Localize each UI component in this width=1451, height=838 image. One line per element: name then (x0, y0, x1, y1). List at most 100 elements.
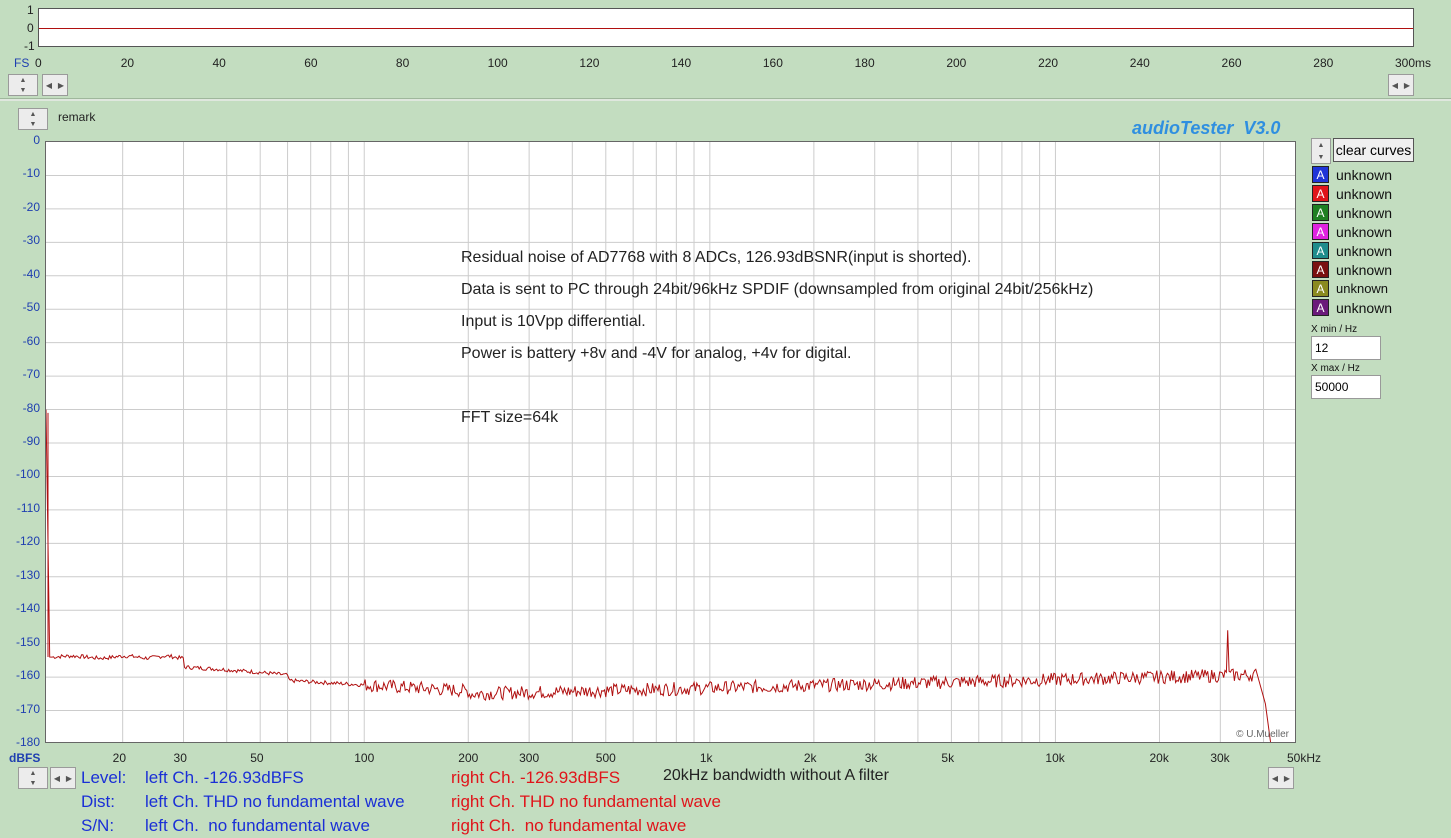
curve-color-swatch[interactable]: A (1312, 242, 1329, 259)
curve-color-swatch[interactable]: A (1312, 299, 1329, 316)
spectrum-y-unit: dBFS (9, 751, 41, 765)
scope-xtick: 100 (487, 56, 508, 70)
scope-scroll-arrows[interactable]: ◀ ▶ (42, 74, 68, 96)
clear-curves-button[interactable]: clear curves (1333, 138, 1414, 162)
scope-scroll-arrows-right[interactable]: ◀ ▶ (1388, 74, 1414, 96)
spectrum-xtick: 100 (354, 751, 375, 765)
level-label: Level: (81, 768, 127, 787)
xmin-label: X min / Hz (1311, 324, 1358, 335)
dist-label: Dist: (81, 792, 115, 811)
scope-xtick: 240 (1129, 56, 1150, 70)
spectrum-ytick: -160 (15, 668, 40, 683)
remark-label: remark (58, 110, 96, 124)
note-line-4: Power is battery +8v and -4V for analog,… (461, 345, 852, 362)
legend-label: unknown (1336, 242, 1393, 259)
spectrum-ytick: -170 (15, 701, 40, 716)
scope-ytick-0: 0 (27, 21, 34, 35)
note-line-5: FFT size=64k (461, 409, 559, 426)
spectrum-ytick: 0 (33, 133, 40, 147)
scope-zoom-spinner[interactable]: ▲ ▼ (8, 74, 38, 96)
scope-xtick: 120 (579, 56, 600, 70)
spectrum-ytick: -150 (15, 634, 40, 649)
curve-color-swatch[interactable]: A (1312, 280, 1329, 297)
remark-spinner[interactable]: ▲ ▼ (18, 108, 48, 130)
spectrum-ytick: -50 (22, 300, 40, 315)
spectrum-xtick: 10k (1045, 751, 1065, 765)
curve-color-swatch[interactable]: A (1312, 166, 1329, 183)
spectrum-plot: © U.Mueller (45, 141, 1296, 743)
spectrum-ytick: -30 (22, 233, 40, 248)
spectrum-xtick: 2k (803, 751, 817, 765)
spectrum-ytick: -120 (15, 534, 40, 549)
right-sn: right Ch. no fundamental wave (451, 816, 687, 835)
right-dist: right Ch. THD no fundamental wave (451, 792, 721, 811)
legend-label: unknown (1336, 223, 1393, 240)
spectrum-xtick: 1k (699, 751, 713, 765)
xmax-input[interactable] (1311, 375, 1381, 399)
scope-xtick: 280 (1313, 56, 1334, 70)
scope-xtick: 60 (304, 56, 318, 70)
legend-item[interactable]: Aunknown (1312, 298, 1392, 317)
spectrum-svg (46, 142, 1295, 742)
legend-item[interactable]: Aunknown (1312, 241, 1392, 260)
legend-item[interactable]: Aunknown (1312, 279, 1388, 298)
spectrum-ytick: -10 (22, 166, 40, 181)
spectrum-ytick: -60 (22, 333, 40, 348)
legend-item[interactable]: Aunknown (1312, 165, 1392, 184)
spectrum-xtick: 20k (1149, 751, 1169, 765)
spectrum-scroll-arrows-right[interactable]: ◀ ▶ (1268, 767, 1294, 789)
scope-xtick: 260 (1221, 56, 1242, 70)
scope-unit-label: FS (14, 56, 30, 70)
spectrum-xtick: 20 (112, 751, 127, 765)
legend-label: unknown (1336, 166, 1393, 183)
scope-xtick: 140 (671, 56, 692, 70)
spectrum-xtick: 200 (458, 751, 479, 765)
left-level: left Ch. -126.93dBFS (145, 768, 304, 787)
legend-label: unknown (1336, 299, 1393, 316)
divider (0, 98, 1451, 101)
note-line-3: Input is 10Vpp differential. (461, 313, 646, 330)
spectrum-xtick: 50kHz (1287, 751, 1322, 765)
curve-spinner[interactable]: ▲ ▼ (1311, 138, 1331, 164)
xmax-label: X max / Hz (1311, 363, 1360, 374)
spectrum-xtick: 3k (864, 751, 878, 765)
scope-xtick: 20 (120, 56, 135, 70)
scope-trace (39, 28, 1413, 29)
spectrum-ytick: -130 (15, 567, 40, 582)
legend-label: unknown (1336, 261, 1393, 278)
scope-xtick: 80 (395, 56, 410, 70)
spectrum-xtick: 50 (250, 751, 264, 765)
left-sn: left Ch. no fundamental wave (145, 816, 370, 835)
legend-label: unknown (1336, 185, 1393, 202)
xmin-input[interactable] (1311, 336, 1381, 360)
spectrum-zoom-spinner[interactable]: ▲ ▼ (18, 767, 48, 789)
note-line-1: Residual noise of AD7768 with 8 ADCs, 12… (461, 249, 972, 266)
curve-color-swatch[interactable]: A (1312, 185, 1329, 202)
spectrum-ytick: -100 (15, 467, 40, 482)
curve-color-swatch[interactable]: A (1312, 223, 1329, 240)
scope-xtick: 200 (946, 56, 967, 70)
scope-xtick: 160 (762, 56, 783, 70)
scope-ytick-neg1: -1 (24, 39, 35, 53)
legend-item[interactable]: Aunknown (1312, 184, 1392, 203)
spectrum-xtick: 30k (1210, 751, 1230, 765)
legend-item[interactable]: Aunknown (1312, 222, 1392, 241)
legend-item[interactable]: Aunknown (1312, 260, 1392, 279)
spectrum-ytick: -140 (15, 601, 40, 616)
spectrum-ytick: -180 (15, 735, 40, 749)
spectrum-xtick: 500 (595, 751, 616, 765)
legend-label: unknown (1336, 281, 1389, 296)
scope-ytick-1: 1 (27, 3, 34, 17)
scope-x-end-label: 300ms (1395, 56, 1432, 70)
curve-color-swatch[interactable]: A (1312, 261, 1329, 278)
spectrum-ytick: -80 (22, 400, 40, 415)
spectrum-xtick: 5k (941, 751, 955, 765)
spectrum-xtick: 30 (173, 751, 187, 765)
spectrum-ytick: -110 (16, 500, 40, 515)
scope-xtick: 180 (854, 56, 875, 70)
legend-item[interactable]: Aunknown (1312, 203, 1392, 222)
brand-title: audioTester V3.0 (1132, 118, 1281, 138)
scope-xtick: 0 (35, 56, 42, 70)
spectrum-scroll-arrows[interactable]: ◀ ▶ (50, 767, 76, 789)
curve-color-swatch[interactable]: A (1312, 204, 1329, 221)
